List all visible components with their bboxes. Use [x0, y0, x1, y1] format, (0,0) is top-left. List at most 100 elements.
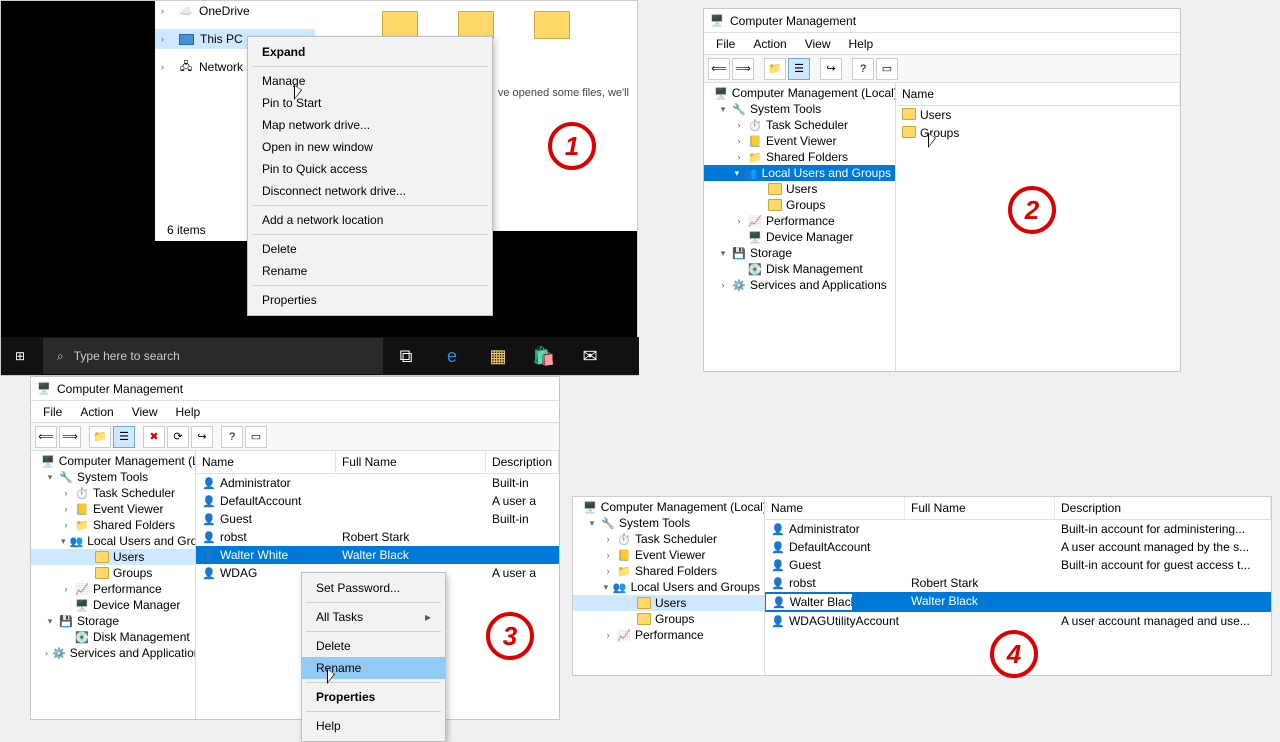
help-button[interactable]: ?	[852, 58, 874, 80]
tree-shared-folders[interactable]: ›📁Shared Folders	[573, 563, 764, 579]
tree-shared-folders[interactable]: ›📁Shared Folders	[31, 517, 195, 533]
view-button[interactable]: ☰	[788, 58, 810, 80]
cm-all-tasks[interactable]: All Tasks▸	[302, 606, 445, 628]
tree-users[interactable]: Users	[573, 595, 764, 611]
back-button[interactable]: ⟸	[708, 58, 730, 80]
cm-set-password[interactable]: Set Password...	[302, 577, 445, 599]
user-row[interactable]: DefaultAccountA user a	[196, 492, 559, 510]
up-button[interactable]: 📁	[89, 426, 111, 448]
cm-rename[interactable]: Rename	[302, 657, 445, 679]
col-fullname[interactable]: Full Name	[336, 451, 486, 473]
tree-system-tools[interactable]: ▾🔧System Tools	[573, 515, 764, 531]
cm-expand[interactable]: Expand	[248, 41, 492, 63]
rename-input[interactable]: Walter Black	[790, 595, 853, 609]
user-row[interactable]: AdministratorBuilt-in account for admini…	[765, 520, 1271, 538]
delete-button[interactable]: ✖	[143, 426, 165, 448]
tree-performance[interactable]: ›📈Performance	[704, 213, 895, 229]
menu-action[interactable]: Action	[745, 35, 794, 53]
panel-button[interactable]: ▭	[245, 426, 267, 448]
cm-add-network-location[interactable]: Add a network location	[248, 209, 492, 231]
panel-button[interactable]: ▭	[876, 58, 898, 80]
folder-icon[interactable]	[382, 11, 418, 39]
tree-performance[interactable]: ›📈Performance	[31, 581, 195, 597]
tree-local-users-groups[interactable]: ▾👥Local Users and Groups	[573, 579, 764, 595]
col-desc[interactable]: Description	[1055, 497, 1271, 519]
tree-root[interactable]: 🖥️Computer Management (Local)	[573, 499, 764, 515]
col-name[interactable]: Name	[196, 451, 336, 473]
menu-view[interactable]: View	[797, 35, 839, 53]
cm-properties[interactable]: Properties	[248, 289, 492, 311]
back-button[interactable]: ⟸	[35, 426, 57, 448]
edge-icon[interactable]: e	[429, 337, 475, 375]
menu-file[interactable]: File	[708, 35, 743, 53]
tree-services[interactable]: ›⚙️Services and Applications	[31, 645, 195, 661]
tree-local-users-groups[interactable]: ▾👥Local Users and Groups	[31, 533, 195, 549]
tree-performance[interactable]: ›📈Performance	[573, 627, 764, 643]
tree-groups[interactable]: Groups	[31, 565, 195, 581]
tree-event-viewer[interactable]: ›📒Event Viewer	[704, 133, 895, 149]
help-button[interactable]: ?	[221, 426, 243, 448]
tree-task-scheduler[interactable]: ›⏱️Task Scheduler	[573, 531, 764, 547]
user-row[interactable]: AdministratorBuilt-in	[196, 474, 559, 492]
cm-disconnect-drive[interactable]: Disconnect network drive...	[248, 180, 492, 202]
cm-open-new-window[interactable]: Open in new window	[248, 136, 492, 158]
menu-view[interactable]: View	[124, 403, 166, 421]
user-row[interactable]: GuestBuilt-in account for guest access t…	[765, 556, 1271, 574]
col-name[interactable]: Name	[896, 83, 1180, 105]
forward-button[interactable]: ⟹	[732, 58, 754, 80]
menu-help[interactable]: Help	[168, 403, 209, 421]
cm-pin-quick-access[interactable]: Pin to Quick access	[248, 158, 492, 180]
start-button[interactable]: ⊞	[1, 337, 39, 375]
export-button[interactable]: ↪	[820, 58, 842, 80]
tree-local-users-groups[interactable]: ▾👥Local Users and Groups	[704, 165, 895, 181]
cm-manage[interactable]: Manage	[248, 70, 492, 92]
task-view-icon[interactable]: ⧉	[383, 337, 429, 375]
user-row[interactable]: robstRobert Stark	[765, 574, 1271, 592]
tree-task-scheduler[interactable]: ›⏱️Task Scheduler	[704, 117, 895, 133]
tree-device-manager[interactable]: 🖥️Device Manager	[704, 229, 895, 245]
user-row[interactable]: DefaultAccountA user account managed by …	[765, 538, 1271, 556]
menu-action[interactable]: Action	[72, 403, 121, 421]
user-row[interactable]: WDAGUtilityAccountA user account managed…	[765, 612, 1271, 630]
tree-device-manager[interactable]: 🖥️Device Manager	[31, 597, 195, 613]
mail-icon[interactable]: ✉	[567, 337, 613, 375]
cm-delete[interactable]: Delete	[248, 238, 492, 260]
taskbar-search[interactable]: ⌕Type here to search	[43, 338, 383, 374]
tree-task-scheduler[interactable]: ›⏱️Task Scheduler	[31, 485, 195, 501]
folder-icon[interactable]	[534, 11, 570, 39]
col-name[interactable]: Name	[765, 497, 905, 519]
file-explorer-icon[interactable]: ▦	[475, 337, 521, 375]
up-button[interactable]: 📁	[764, 58, 786, 80]
tree-disk-management[interactable]: 💽Disk Management	[31, 629, 195, 645]
tree-event-viewer[interactable]: ›📒Event Viewer	[573, 547, 764, 563]
tree-shared-folders[interactable]: ›📁Shared Folders	[704, 149, 895, 165]
folder-icon[interactable]	[458, 11, 494, 39]
tree-storage[interactable]: ▾💾Storage	[31, 613, 195, 629]
tree-services[interactable]: ›⚙️Services and Applications	[704, 277, 895, 293]
tree-users[interactable]: Users	[31, 549, 195, 565]
export-button[interactable]: ↪	[191, 426, 213, 448]
user-row[interactable]: GuestBuilt-in	[196, 510, 559, 528]
cm-delete[interactable]: Delete	[302, 635, 445, 657]
cm-rename[interactable]: Rename	[248, 260, 492, 282]
tree-groups[interactable]: Groups	[704, 197, 895, 213]
tree-root[interactable]: 🖥️Computer Management (Local)	[31, 453, 195, 469]
tree-storage[interactable]: ▾💾Storage	[704, 245, 895, 261]
refresh-button[interactable]: ⟳	[167, 426, 189, 448]
menu-help[interactable]: Help	[841, 35, 882, 53]
store-icon[interactable]: 🛍️	[521, 337, 567, 375]
menu-file[interactable]: File	[35, 403, 70, 421]
tree-onedrive[interactable]: ›☁️OneDrive	[155, 1, 315, 21]
col-fullname[interactable]: Full Name	[905, 497, 1055, 519]
list-item-users[interactable]: Users	[896, 106, 1180, 124]
user-row-editing[interactable]: Walter BlackWalter Black	[765, 592, 1271, 612]
col-desc[interactable]: Description	[486, 451, 559, 473]
tree-disk-management[interactable]: 💽Disk Management	[704, 261, 895, 277]
user-row[interactable]: robstRobert Stark	[196, 528, 559, 546]
forward-button[interactable]: ⟹	[59, 426, 81, 448]
cm-help[interactable]: Help	[302, 715, 445, 737]
cm-pin-start[interactable]: Pin to Start	[248, 92, 492, 114]
user-row-selected[interactable]: Walter WhiteWalter Black	[196, 546, 559, 564]
tree-system-tools[interactable]: ▾🔧System Tools	[704, 101, 895, 117]
tree-users[interactable]: Users	[704, 181, 895, 197]
